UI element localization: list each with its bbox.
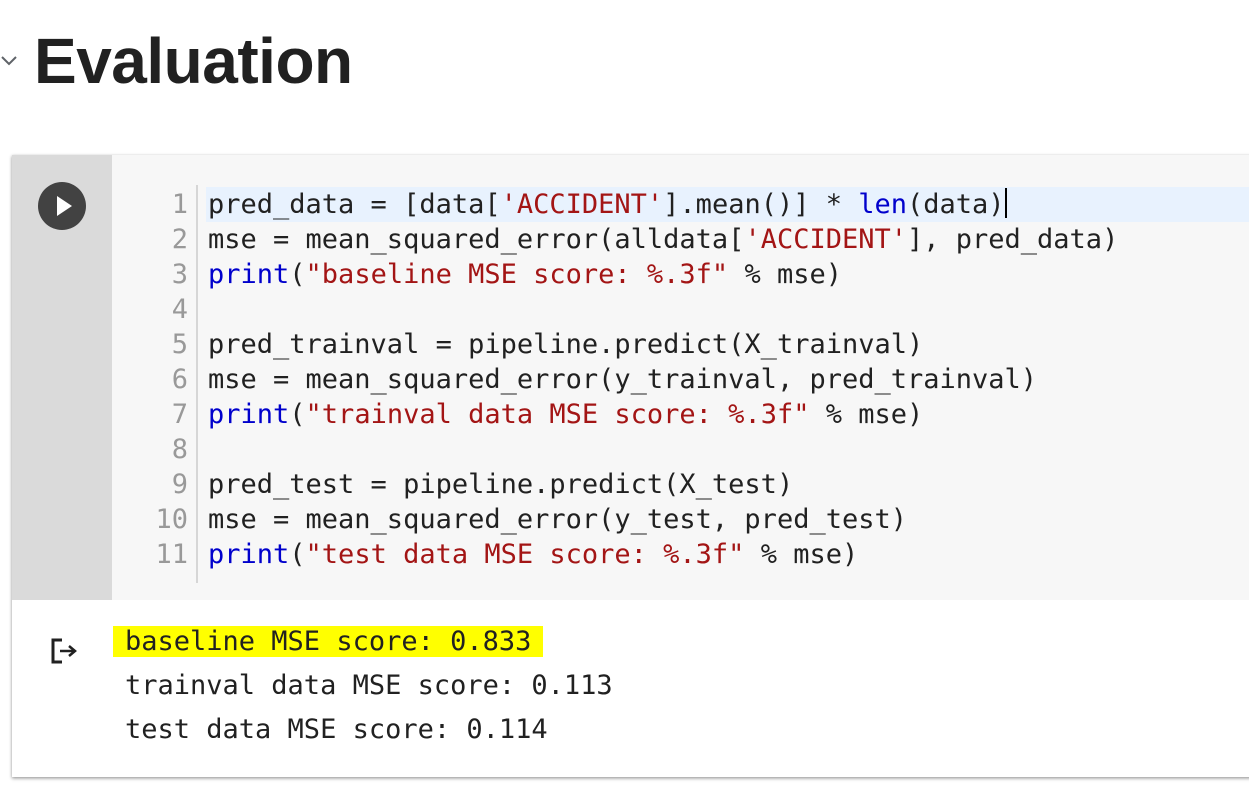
line-number: 6 [171,364,188,395]
code-token: mse = mean_squared_error(y_trainval, pre… [208,364,1038,395]
code-token: print [208,259,290,290]
chevron-down-icon[interactable] [0,52,18,70]
code-token: mse = mean_squared_error(alldata[ [208,224,745,255]
cell-gutter [12,155,112,600]
line-number: 4 [171,294,188,325]
line-number: 5 [171,329,188,360]
code-line: mse = mean_squared_error(alldata['ACCIDE… [208,222,1118,257]
output-redirect-icon[interactable] [50,636,80,666]
section-title: Evaluation [34,25,353,97]
output-line: trainval data MSE score: 0.113 [125,664,613,708]
output-text: baseline MSE score: 0.833 trainval data M… [113,620,613,752]
code-token: pred_trainval = pipeline.predict(X_train… [208,329,924,360]
code-line: mse = mean_squared_error(y_trainval, pre… [208,362,1118,397]
code-line: pred_data = [data['ACCIDENT'].mean()] * … [208,187,1118,222]
line-number: 7 [171,399,188,430]
code-token: ( [289,259,306,290]
gutter-divider [196,185,198,583]
code-token: ( [289,399,306,430]
line-number: 8 [171,434,188,465]
code-cell[interactable]: 1 2 3 4 5 6 7 8 9 10 11 pred_data = [data['ACCIDEN… [12,155,1249,777]
code-token: (data) [907,189,1005,220]
code-line: pred_test = pipeline.predict(X_test) [208,467,1118,502]
code-line: print("test data MSE score: %.3f" % mse) [208,537,1118,572]
code-token: pred_test = pipeline.predict(X_test) [208,469,794,500]
highlighted-output: baseline MSE score: 0.833 [113,626,544,657]
code-token: print [208,399,290,430]
output-value: trainval data MSE score: 0.113 [125,670,613,701]
code-line: mse = mean_squared_error(y_test, pred_te… [208,502,1118,537]
code-text[interactable]: pred_data = [data['ACCIDENT'].mean()] * … [208,187,1118,572]
code-token: "test data MSE score: %.3f" [305,539,745,570]
line-number: 1 [171,189,188,220]
code-line: print("trainval data MSE score: %.3f" % … [208,397,1118,432]
code-token: len [858,189,908,220]
text-caret [1004,188,1007,218]
line-number: 3 [171,259,188,290]
code-token: 'ACCIDENT' [744,224,907,255]
line-number: 11 [155,539,188,570]
code-editor[interactable]: 1 2 3 4 5 6 7 8 9 10 11 pred_data = [data['ACCIDEN… [112,155,1249,600]
code-token: % mse) [728,259,842,290]
code-token: pred_data = [data[ [208,189,501,220]
play-icon [57,196,72,216]
output-line: baseline MSE score: 0.833 [113,620,613,664]
section-header: Evaluation [0,0,1249,130]
code-token: 'ACCIDENT' [500,189,664,220]
code-token: ( [289,539,306,570]
code-token: ], pred_data) [907,224,1119,255]
cell-output: baseline MSE score: 0.833 trainval data M… [12,600,1249,777]
line-numbers: 1 2 3 4 5 6 7 8 9 10 11 [112,187,188,572]
line-number: 2 [171,224,188,255]
code-line: print("baseline MSE score: %.3f" % mse) [208,257,1118,292]
line-number: 10 [155,504,188,535]
line-number: 9 [171,469,188,500]
code-token: mse = mean_squared_error(y_test, pred_te… [208,504,907,535]
code-token: ].mean()] * [663,189,859,220]
code-token: % mse) [744,539,859,570]
run-cell-button[interactable] [38,182,86,230]
code-token: print [208,539,290,570]
code-token: "baseline MSE score: %.3f" [305,259,729,290]
output-line: test data MSE score: 0.114 [125,708,613,752]
output-value: test data MSE score: 0.114 [125,714,548,745]
code-line: pred_trainval = pipeline.predict(X_train… [208,327,1118,362]
code-token: % mse) [809,399,924,430]
code-token: "trainval data MSE score: %.3f" [305,399,810,430]
